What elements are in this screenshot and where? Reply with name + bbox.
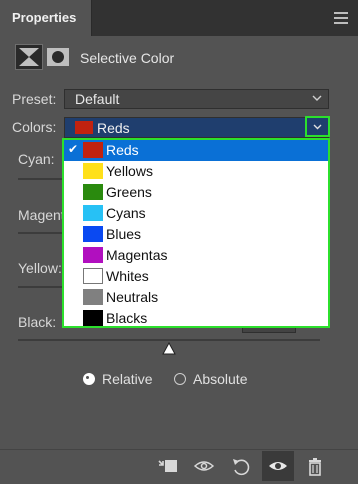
- menu-item-blacks[interactable]: Blacks: [64, 308, 328, 326]
- menu-item-label: Cyans: [106, 205, 146, 221]
- menu-item-neutrals[interactable]: Neutrals: [64, 287, 328, 308]
- chevron-down-icon: [312, 95, 322, 101]
- blacks-swatch: [83, 310, 103, 326]
- reds-swatch: [83, 142, 103, 158]
- blues-swatch: [83, 226, 103, 242]
- neutrals-swatch: [83, 289, 103, 305]
- properties-tab-label: Properties: [12, 10, 77, 25]
- menu-item-label: Neutrals: [106, 289, 159, 305]
- menu-item-label: Reds: [106, 142, 139, 158]
- magentas-swatch: [83, 247, 103, 263]
- relative-radio[interactable]: [83, 373, 95, 385]
- colors-dropdown-menu: ✔ Reds Yellows Greens Cyans Blues Magent…: [62, 138, 330, 328]
- cyan-label: Cyan:: [18, 151, 55, 167]
- menu-item-greens[interactable]: Greens: [64, 182, 328, 203]
- trash-icon[interactable]: [304, 455, 326, 477]
- menu-item-cyans[interactable]: Cyans: [64, 203, 328, 224]
- cyans-swatch: [83, 205, 103, 221]
- menu-item-label: Greens: [106, 184, 152, 200]
- black-slider-track[interactable]: [18, 339, 320, 341]
- cyan-slider-track[interactable]: [18, 178, 64, 180]
- clip-to-layer-icon[interactable]: [157, 455, 179, 477]
- menu-item-label: Whites: [106, 268, 149, 284]
- colors-dropdown-toggle[interactable]: [305, 116, 330, 137]
- menu-item-label: Blacks: [106, 310, 148, 326]
- panel-menu-icon[interactable]: [334, 12, 348, 24]
- preset-dropdown[interactable]: Default: [64, 89, 329, 109]
- adjustment-title: Selective Color: [80, 50, 175, 66]
- magenta-slider-track[interactable]: [18, 232, 64, 234]
- colors-label: Colors:: [12, 119, 57, 135]
- reset-icon[interactable]: [230, 455, 252, 477]
- colors-selected-swatch: [75, 121, 93, 134]
- black-slider-handle[interactable]: [162, 342, 176, 356]
- menu-item-yellows[interactable]: Yellows: [64, 161, 328, 182]
- absolute-radio[interactable]: [174, 373, 186, 385]
- yellows-swatch: [83, 163, 103, 179]
- adjustment-layer-icon[interactable]: [15, 44, 43, 70]
- yellow-label: Yellow:: [18, 260, 62, 276]
- menu-item-label: Magentas: [106, 247, 168, 263]
- yellow-slider-track[interactable]: [18, 286, 64, 288]
- whites-swatch: [83, 268, 103, 284]
- preset-label: Preset:: [12, 91, 57, 107]
- colors-value: Reds: [97, 120, 130, 136]
- colors-dropdown[interactable]: Reds: [64, 117, 329, 138]
- black-label: Black:: [18, 314, 57, 330]
- greens-swatch: [83, 184, 103, 200]
- relative-label: Relative: [102, 371, 153, 387]
- eye-icon[interactable]: [267, 455, 289, 477]
- menu-item-whites[interactable]: Whites: [64, 266, 328, 287]
- checkmark-icon: ✔: [68, 142, 79, 156]
- menu-item-reds[interactable]: ✔ Reds: [64, 140, 328, 161]
- preset-value: Default: [75, 91, 120, 107]
- view-previous-state-icon[interactable]: [193, 455, 215, 477]
- absolute-label: Absolute: [193, 371, 248, 387]
- magenta-label: Magent: [18, 207, 65, 223]
- menu-item-label: Yellows: [106, 163, 153, 179]
- menu-item-blues[interactable]: Blues: [64, 224, 328, 245]
- menu-item-magentas[interactable]: Magentas: [64, 245, 328, 266]
- chevron-down-icon: [313, 124, 322, 130]
- properties-tab[interactable]: Properties: [0, 0, 92, 36]
- layer-mask-icon[interactable]: [45, 44, 71, 70]
- menu-item-label: Blues: [106, 226, 142, 242]
